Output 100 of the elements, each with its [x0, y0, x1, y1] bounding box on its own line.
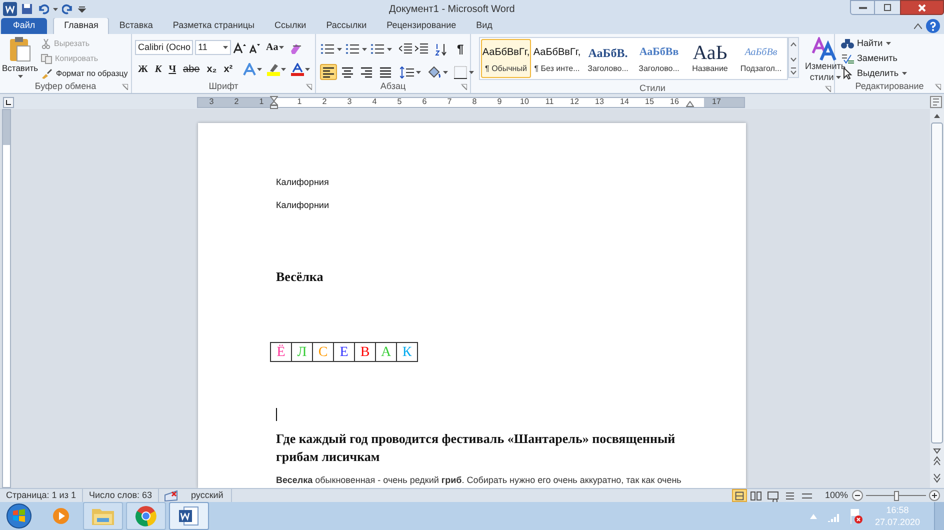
zoom-in-icon[interactable] — [929, 490, 940, 501]
change-case-button[interactable]: Aa — [266, 40, 284, 55]
view-mode-icon — [766, 489, 780, 502]
bullets-icon[interactable] — [320, 43, 334, 55]
start-button[interactable] — [6, 503, 32, 529]
letter-cell: Е — [333, 342, 355, 362]
sort-icon[interactable] — [435, 42, 448, 56]
font-size-field[interactable]: 11 — [195, 40, 231, 55]
view-ruler-icon[interactable] — [930, 96, 942, 108]
zoom-slider-thumb[interactable] — [894, 490, 899, 500]
dialog-launcher-icon[interactable] — [461, 84, 467, 90]
ribbon-tab[interactable]: Рецензирование — [376, 18, 466, 34]
style-item[interactable]: АаБбВвГг, ¶ Без инте... — [532, 39, 582, 78]
multilevel-list-icon[interactable] — [370, 43, 384, 55]
text-effects-icon[interactable] — [242, 62, 256, 76]
save-icon[interactable] — [21, 3, 33, 15]
letter-cell: А — [375, 342, 397, 362]
dropdown-caret-icon — [387, 48, 392, 50]
text-cursor — [276, 408, 277, 421]
dialog-launcher-icon[interactable] — [825, 86, 831, 92]
undo-icon[interactable] — [37, 3, 49, 15]
web-view-button[interactable] — [766, 489, 781, 502]
style-item[interactable]: АаБбВвГг, ¶ Обычный — [481, 39, 531, 78]
dialog-launcher-icon[interactable] — [306, 84, 312, 90]
style-item[interactable]: АаБбВв Подзагол... — [736, 39, 786, 78]
document-paragraph: Калифорнии — [276, 198, 329, 212]
bold-button[interactable]: Ж — [135, 61, 151, 77]
ribbon-tab[interactable]: Главная — [53, 17, 110, 34]
ribbon-tab[interactable]: Ссылки — [264, 18, 316, 34]
sup-button[interactable]: x² — [220, 61, 236, 77]
style-item[interactable]: АаБбВ. Заголово... — [583, 39, 633, 78]
dialog-launcher-icon[interactable] — [935, 84, 941, 90]
tab-selector-button[interactable] — [3, 96, 14, 108]
font-name-field[interactable]: Calibri (Осно — [135, 40, 193, 55]
app-logo-icon[interactable] — [3, 2, 17, 16]
ribbon-tab[interactable]: Рассылки — [316, 18, 377, 34]
ruler-number: 16 — [669, 96, 680, 108]
vertical-scrollbar[interactable] — [930, 109, 944, 488]
restore-button[interactable] — [875, 0, 900, 15]
taskbar-app-button[interactable] — [169, 502, 209, 530]
customize-toolbar-icon[interactable] — [78, 5, 86, 13]
shading-icon[interactable] — [427, 66, 441, 78]
ribbon-tab[interactable]: Вставка — [109, 18, 163, 34]
increase-indent-icon[interactable] — [415, 43, 428, 55]
print-view-button[interactable] — [732, 489, 747, 502]
gallery-scroll-drawing[interactable] — [788, 37, 799, 78]
ruler-number: 5 — [396, 96, 403, 108]
dialog-launcher-icon[interactable] — [122, 84, 128, 90]
ruler-number: 1 — [296, 96, 303, 108]
help-icon[interactable] — [926, 19, 940, 33]
dropdown-caret-icon — [836, 76, 841, 79]
group-label: Редактирование — [855, 80, 924, 94]
zoom-out-icon[interactable] — [852, 490, 863, 501]
dropdown-caret-icon — [362, 48, 367, 50]
grow-font-icon[interactable] — [233, 42, 246, 54]
decrease-indent-icon[interactable] — [399, 43, 412, 55]
align-left-button[interactable] — [320, 64, 337, 80]
binoculars-icon — [841, 38, 854, 49]
underline-button[interactable]: Ч — [166, 61, 180, 77]
sub-button[interactable]: x₂ — [204, 61, 220, 77]
style-item[interactable]: АаЬ Название — [685, 39, 735, 78]
dropdown-caret-icon — [902, 72, 907, 75]
right-indent-marker-icon[interactable] — [686, 100, 694, 106]
align-lines-icon — [360, 66, 373, 78]
ruler-number: 7 — [446, 96, 453, 108]
horizontal-ruler[interactable]: 3 2 1 1 2 3 4 5 6 7 8 9 10 11 12 13 14 15 16 17 — [197, 96, 745, 108]
ruler-number: 17 — [711, 96, 722, 108]
line-spacing-icon[interactable] — [400, 66, 414, 78]
close-button[interactable] — [900, 0, 944, 15]
paste-button[interactable]: Вставить — [1, 34, 39, 81]
zoom-level[interactable]: 100% — [824, 488, 848, 502]
font-color-icon[interactable] — [290, 62, 304, 76]
redo-icon[interactable] — [62, 3, 74, 15]
strike-button[interactable]: abe — [180, 61, 203, 77]
flag-warning-icon[interactable] — [848, 508, 863, 524]
ruler-number: 10 — [519, 96, 530, 108]
ruler-number: 11 — [544, 96, 555, 108]
numbering-icon[interactable] — [345, 43, 359, 55]
dropdown-caret-icon — [886, 42, 891, 45]
shrink-font-icon[interactable] — [248, 42, 260, 54]
italic-button[interactable]: К — [152, 61, 165, 77]
ribbon-tab[interactable]: Файл — [1, 18, 48, 34]
dropdown-caret-icon — [280, 68, 286, 70]
ruler-number: 13 — [594, 96, 605, 108]
taskbar-app-button[interactable] — [126, 502, 166, 530]
show-marks-button[interactable]: ¶ — [457, 40, 464, 58]
style-item[interactable]: АаБбВв Заголово... — [634, 39, 684, 78]
painter-button[interactable]: Формат по образцу — [39, 66, 130, 81]
spelling-check-icon[interactable] — [164, 490, 178, 502]
close-icon — [918, 4, 926, 12]
ribbon-tab[interactable]: Разметка страницы — [162, 18, 265, 34]
clear-formatting-icon[interactable] — [290, 42, 304, 54]
borders-icon[interactable] — [454, 66, 467, 78]
highlighter-icon[interactable] — [266, 62, 280, 76]
reading-view-button[interactable] — [748, 489, 764, 502]
ribbon-tab[interactable]: Вид — [466, 18, 502, 34]
dropdown-caret-icon — [223, 46, 228, 49]
zoom-slider[interactable] — [866, 490, 926, 500]
minimize-button[interactable] — [850, 0, 875, 15]
collapse-ribbon-icon[interactable] — [914, 23, 922, 29]
